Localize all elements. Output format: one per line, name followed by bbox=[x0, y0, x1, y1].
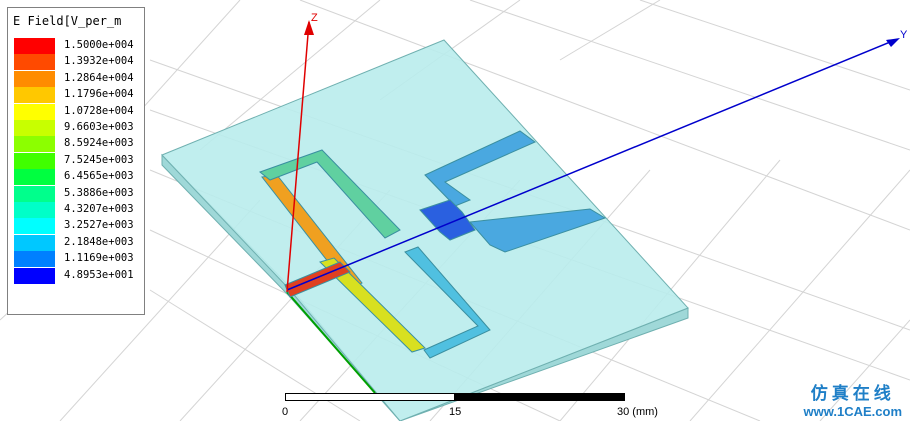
legend-swatch bbox=[14, 70, 55, 87]
y-axis-arrow bbox=[886, 38, 900, 47]
legend-value: 3.2527e+003 bbox=[64, 219, 134, 232]
legend-swatch bbox=[14, 169, 55, 186]
legend-value: 4.8953e+001 bbox=[64, 268, 134, 281]
legend-value: 1.3932e+004 bbox=[64, 55, 134, 68]
watermark: 仿真在线 www.1CAE.com bbox=[804, 379, 902, 419]
scale-bar bbox=[285, 393, 625, 403]
legend-value: 5.3886e+003 bbox=[64, 186, 134, 199]
legend-value: 8.5924e+003 bbox=[64, 137, 134, 150]
legend-value: 1.1796e+004 bbox=[64, 88, 134, 101]
legend-swatch bbox=[14, 136, 55, 153]
scale-label-0: 0 bbox=[282, 406, 289, 418]
watermark-cn: 仿真在线 bbox=[810, 384, 895, 403]
legend-swatch bbox=[14, 218, 55, 235]
legend-value: 4.3207e+003 bbox=[64, 203, 134, 215]
legend-value: 1.1169e+003 bbox=[64, 252, 134, 265]
legend-swatch bbox=[14, 202, 55, 218]
color-legend: E Field[V_per_m 1.5000e+004 1.3932e+004 1.… bbox=[7, 7, 145, 315]
scale-segment-white bbox=[285, 393, 455, 401]
legend-swatch bbox=[14, 38, 55, 54]
legend-value: 6.4565e+003 bbox=[64, 170, 134, 183]
y-axis-label: Y bbox=[900, 29, 908, 41]
scale-label-30: 30 (mm) bbox=[617, 406, 658, 418]
legend-value: 2.1848e+003 bbox=[64, 235, 134, 248]
legend-value: 1.5000e+004 bbox=[64, 39, 134, 51]
z-axis-label: Z bbox=[311, 12, 318, 24]
scale-label-15: 15 bbox=[449, 406, 462, 418]
legend-swatch bbox=[14, 54, 55, 71]
legend-value: 1.2864e+004 bbox=[64, 71, 134, 84]
legend-swatch bbox=[14, 87, 55, 104]
scale-segment-black bbox=[455, 393, 625, 401]
legend-swatch bbox=[14, 251, 55, 268]
legend-value: 7.5245e+003 bbox=[64, 153, 134, 166]
legend-swatch bbox=[14, 103, 55, 120]
legend-swatch bbox=[14, 185, 55, 202]
legend-value: 9.6603e+003 bbox=[64, 121, 134, 133]
legend-swatch bbox=[14, 267, 55, 284]
legend-swatch bbox=[14, 152, 55, 169]
legend-swatch bbox=[14, 120, 55, 136]
legend-title: E Field[V_per_m bbox=[13, 14, 122, 28]
substrate-top bbox=[161, 39, 689, 421]
legend-swatch bbox=[14, 234, 55, 251]
watermark-en: www.1CAE.com bbox=[803, 404, 902, 419]
legend-value: 1.0728e+004 bbox=[64, 104, 134, 117]
